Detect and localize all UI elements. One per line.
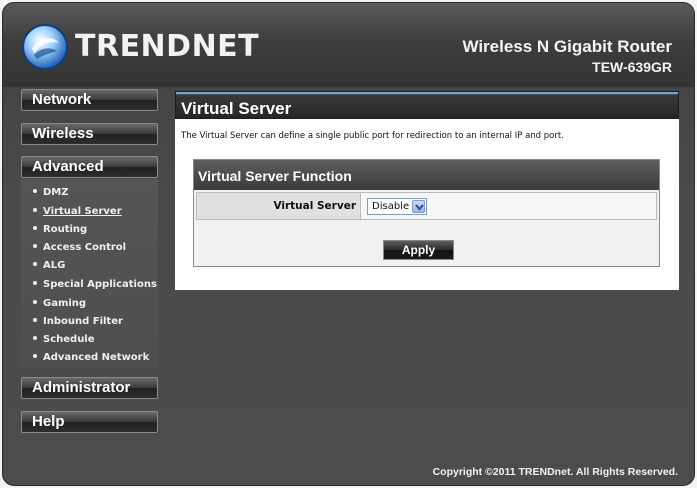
virtual-server-row: Virtual Server Disable — [196, 192, 657, 220]
apply-button[interactable]: Apply — [383, 240, 454, 260]
sidebar-wireless-button[interactable]: Wireless — [21, 123, 158, 145]
product-title: Wireless N Gigabit Router — [462, 37, 672, 56]
bullet-icon — [33, 336, 37, 340]
page-description: The Virtual Server can define a single p… — [181, 131, 564, 141]
bullet-icon — [33, 262, 37, 266]
field-label-cell: Virtual Server — [197, 193, 361, 219]
bullet-icon — [33, 318, 37, 322]
submenu-item-schedule[interactable]: Schedule — [33, 334, 95, 345]
product-model: TEW-639GR — [592, 59, 672, 75]
bullet-icon — [33, 300, 37, 304]
submenu-item-advanced-network[interactable]: Advanced Network — [33, 352, 149, 363]
copyright-footer: Copyright ©2011 TRENDnet. All Rights Res… — [432, 466, 678, 478]
header: TRENDNET Wireless N Gigabit Router TEW-6… — [3, 3, 694, 87]
submenu-item-alg[interactable]: ALG — [33, 260, 65, 271]
panel-title: Virtual Server Function — [198, 168, 352, 184]
sidebar-help-button[interactable]: Help — [21, 411, 158, 433]
trendnet-logo-icon — [21, 23, 69, 71]
bullet-icon — [33, 281, 37, 285]
chevron-down-icon[interactable] — [412, 200, 425, 213]
bullet-icon — [33, 189, 37, 193]
sidebar-network-button[interactable]: Network — [21, 89, 158, 111]
virtual-server-function-panel: Virtual Server Function Virtual Server D… — [193, 159, 660, 267]
sidebar-administrator-button[interactable]: Administrator — [21, 377, 158, 399]
submenu-item-gaming[interactable]: Gaming — [33, 298, 86, 309]
submenu-item-access-control[interactable]: Access Control — [33, 242, 126, 253]
select-value: Disable — [372, 201, 410, 212]
virtual-server-select[interactable]: Disable — [367, 198, 427, 215]
bullet-icon — [33, 226, 37, 230]
bullet-icon — [33, 244, 37, 248]
submenu-item-dmz[interactable]: DMZ — [33, 187, 69, 198]
advanced-submenu: DMZ Virtual Server Routing Access Contro… — [21, 179, 158, 369]
virtual-server-label: Virtual Server — [273, 200, 356, 212]
submenu-item-special-applications[interactable]: Special Applications — [33, 279, 157, 290]
router-ui-frame: TRENDNET Wireless N Gigabit Router TEW-6… — [2, 2, 695, 486]
submenu-item-inbound-filter[interactable]: Inbound Filter — [33, 316, 123, 327]
brand-logo-text: TRENDNET — [75, 29, 260, 64]
submenu-item-virtual-server[interactable]: Virtual Server — [33, 206, 122, 217]
submenu-item-routing[interactable]: Routing — [33, 224, 87, 235]
bullet-icon — [33, 208, 37, 212]
bullet-icon — [33, 354, 37, 358]
panel-header: Virtual Server Function — [194, 160, 659, 190]
content-area: The Virtual Server can define a single p… — [175, 119, 679, 290]
page-title: Virtual Server — [181, 99, 292, 118]
sidebar-advanced-button[interactable]: Advanced — [21, 156, 158, 178]
page-title-bar: Virtual Server — [175, 91, 679, 119]
